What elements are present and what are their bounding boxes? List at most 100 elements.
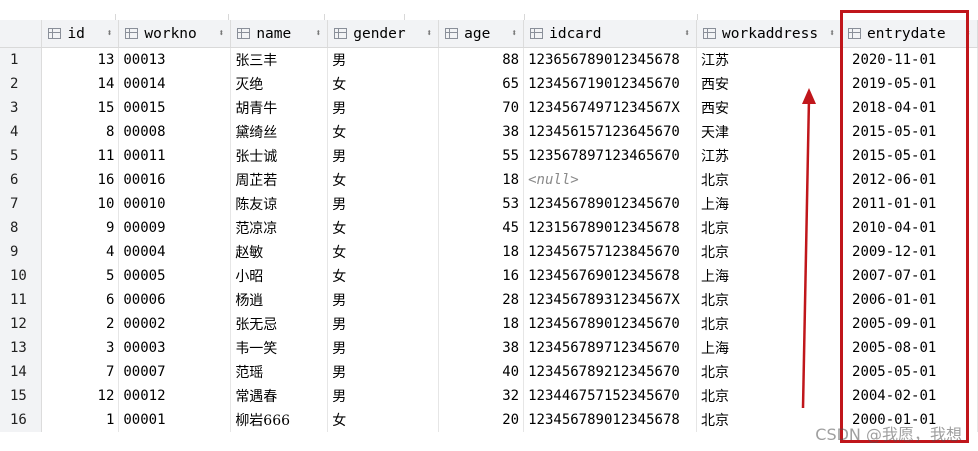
cell-id[interactable]: 8 [41,120,120,144]
cell-age[interactable]: 70 [438,96,525,120]
sort-icon[interactable]: ⬍ [315,28,321,39]
table-row[interactable]: 15 12 00012 常遇春男 32 123446757152345670 北京 2004-… [0,384,978,408]
column-header-workaddress[interactable]: workaddress ⬍ [696,20,843,48]
cell-name[interactable]: 灭绝 [230,72,329,96]
cell-age[interactable]: 20 [438,408,525,432]
sort-icon[interactable]: ⬍ [965,28,971,39]
cell-workno[interactable]: 00014 [118,72,232,96]
cell-workaddress[interactable]: 江苏 [696,144,843,168]
cell-age[interactable]: 38 [438,336,525,360]
sort-icon[interactable]: ⬍ [426,28,432,39]
cell-gender[interactable]: 女 [327,408,440,432]
cell-name[interactable]: 黛绮丝 [230,120,329,144]
cell-idcard[interactable]: 123456757123845670 [523,240,698,264]
cell-workno[interactable]: 00008 [118,120,232,144]
cell-age[interactable]: 55 [438,144,525,168]
cell-id[interactable]: 5 [41,264,120,288]
cell-workaddress[interactable]: 上海 [696,336,843,360]
sort-icon[interactable]: ⬍ [511,28,517,39]
cell-gender[interactable]: 女 [327,168,440,192]
cell-workaddress[interactable]: 北京 [696,168,843,192]
cell-workno[interactable]: 00006 [118,288,232,312]
cell-age[interactable]: 16 [438,264,525,288]
column-header-idcard[interactable]: idcard ⬍ [523,20,698,48]
cell-gender[interactable]: 男 [327,192,440,216]
cell-workaddress[interactable]: 西安 [696,72,843,96]
cell-gender[interactable]: 男 [327,144,440,168]
column-header-workno[interactable]: workno ⬍ [118,20,232,48]
cell-gender[interactable]: 男 [327,96,440,120]
cell-idcard[interactable]: 123456157123645670 [523,120,698,144]
cell-idcard[interactable]: 123456769012345678 [523,264,698,288]
cell-age[interactable]: 88 [438,47,525,72]
cell-workaddress[interactable]: 北京 [696,288,843,312]
cell-id[interactable]: 2 [41,312,120,336]
cell-idcard[interactable]: 123456789212345670 [523,360,698,384]
cell-entrydate[interactable]: 2004-02-01 [841,384,978,408]
cell-workno[interactable]: 00004 [118,240,232,264]
cell-workaddress[interactable]: 西安 [696,96,843,120]
cell-age[interactable]: 38 [438,120,525,144]
cell-id[interactable]: 3 [41,336,120,360]
cell-name[interactable]: 陈友谅 [230,192,329,216]
cell-name[interactable]: 杨逍 [230,288,329,312]
cell-gender[interactable]: 男 [327,360,440,384]
table-row[interactable]: 1 13 00013 张三丰男 88 123656789012345678 江苏 2020-1… [0,47,978,72]
cell-name[interactable]: 赵敏 [230,240,329,264]
cell-name[interactable]: 张无忌 [230,312,329,336]
cell-entrydate[interactable]: 2009-12-01 [841,240,978,264]
table-row[interactable]: 3 15 00015 胡青牛男 70 12345674971234567X 西安 2018-0… [0,96,978,120]
cell-entrydate[interactable]: 2015-05-01 [841,144,978,168]
cell-age[interactable]: 18 [438,240,525,264]
cell-idcard[interactable]: 12345678931234567X [523,288,698,312]
cell-id[interactable]: 11 [41,144,120,168]
cell-workaddress[interactable]: 北京 [696,360,843,384]
cell-entrydate[interactable]: 2006-01-01 [841,288,978,312]
cell-workno[interactable]: 00013 [118,47,232,72]
sort-icon[interactable]: ⬍ [829,28,835,39]
cell-gender[interactable]: 男 [327,288,440,312]
cell-id[interactable]: 7 [41,360,120,384]
cell-idcard[interactable]: 123456789012345678 [523,408,698,432]
sort-icon[interactable]: ⬍ [218,28,224,39]
cell-idcard[interactable]: 123567897123465670 [523,144,698,168]
sort-icon[interactable]: ⬍ [684,28,690,39]
cell-name[interactable]: 张士诚 [230,144,329,168]
cell-gender[interactable]: 女 [327,240,440,264]
cell-entrydate[interactable]: 2015-05-01 [841,120,978,144]
cell-entrydate[interactable]: 2005-09-01 [841,312,978,336]
cell-idcard[interactable]: 123456789712345670 [523,336,698,360]
column-header-id[interactable]: id ⬍ [41,20,120,48]
cell-name[interactable]: 张三丰 [230,47,329,72]
cell-age[interactable]: 18 [438,312,525,336]
cell-id[interactable]: 6 [41,288,120,312]
cell-entrydate[interactable]: 2018-04-01 [841,96,978,120]
cell-entrydate[interactable]: 2020-11-01 [841,47,978,72]
cell-workno[interactable]: 00010 [118,192,232,216]
cell-id[interactable]: 14 [41,72,120,96]
cell-gender[interactable]: 男 [327,384,440,408]
sort-icon[interactable]: ⬍ [106,28,112,39]
table-row[interactable]: 11 6 00006 杨逍男 28 12345678931234567X 北京 2006-01… [0,288,978,312]
cell-gender[interactable]: 女 [327,120,440,144]
cell-gender[interactable]: 男 [327,47,440,72]
cell-gender[interactable]: 女 [327,72,440,96]
cell-idcard[interactable]: 123456789012345670 [523,312,698,336]
cell-workno[interactable]: 00007 [118,360,232,384]
table-row[interactable]: 13 3 00003 韦一笑男 38 123456789712345670 上海 2005-0… [0,336,978,360]
cell-id[interactable]: 10 [41,192,120,216]
cell-name[interactable]: 柳岩666 [230,408,329,432]
cell-workno[interactable]: 00001 [118,408,232,432]
cell-gender[interactable]: 男 [327,312,440,336]
cell-workaddress[interactable]: 天津 [696,120,843,144]
cell-name[interactable]: 韦一笑 [230,336,329,360]
cell-age[interactable]: 28 [438,288,525,312]
cell-id[interactable]: 9 [41,216,120,240]
table-row[interactable]: 9 4 00004 赵敏女 18 123456757123845670 北京 2009-12-… [0,240,978,264]
cell-entrydate[interactable]: 2019-05-01 [841,72,978,96]
cell-entrydate[interactable]: 2011-01-01 [841,192,978,216]
cell-workno[interactable]: 00005 [118,264,232,288]
cell-workno[interactable]: 00011 [118,144,232,168]
cell-entrydate[interactable]: 2005-08-01 [841,336,978,360]
column-header-name[interactable]: name ⬍ [230,20,329,48]
